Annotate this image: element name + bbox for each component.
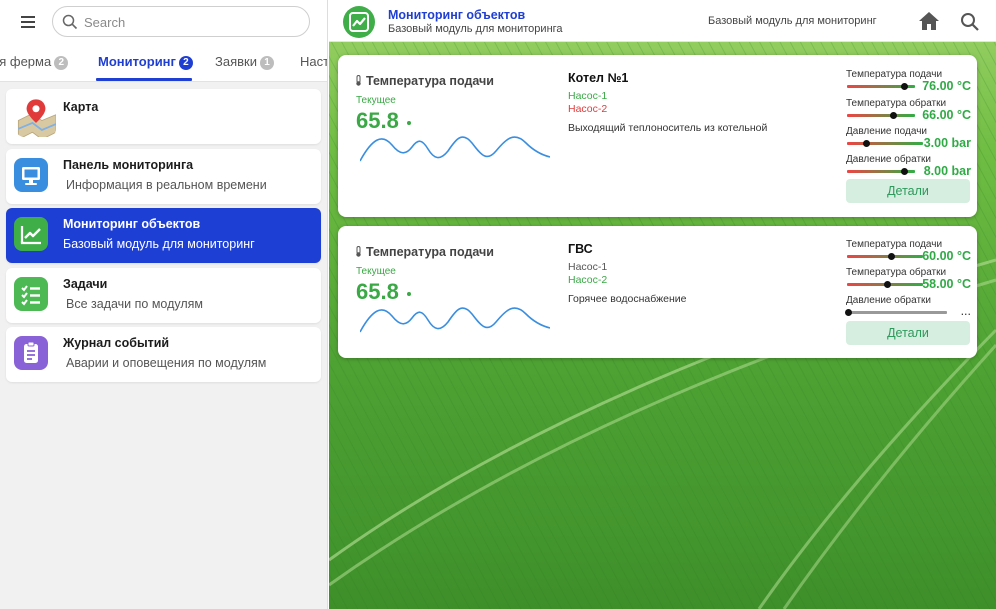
clipboard-icon [14,336,48,370]
menu-item-object-monitoring[interactable]: Мониторинг объектов Базовый модуль для м… [6,208,321,263]
chart-line-icon [14,217,48,251]
details-button[interactable]: Детали [846,321,970,345]
search-icon[interactable] [959,11,981,33]
tab-label: Мониторинг [98,54,176,69]
thermometer-icon [356,246,361,257]
object-card: Температура подачи Текущее 65.8 ГВС Насо… [338,226,977,358]
param-gauge-bar [847,142,923,145]
page-title: Мониторинг объектов [388,8,526,22]
page-subtitle: Базовый модуль для мониторинга [388,23,563,35]
pump-status-1: Насос-1 [568,261,608,273]
object-description: Горячее водоснабжение [568,293,687,305]
main-content: Мониторинг объектов Базовый модуль для м… [329,0,996,609]
menu-item-tasks[interactable]: Задачи Все задачи по модулям [6,268,321,323]
param-gauge-bar [847,255,923,258]
object-name: Котел №1 [568,71,629,85]
sparkline-chart [360,307,550,333]
tab-count-badge: 1 [259,56,274,70]
monitor-icon [14,158,48,192]
menu-item-title: Карта [63,100,99,114]
search-field[interactable] [52,6,310,37]
current-label: Текущее [356,95,396,106]
pump-status-2: Насос-2 [568,274,608,286]
live-dot [407,292,411,296]
param-value: 8.00 bar [923,164,971,178]
menu-item-title: Журнал событий [63,336,170,350]
param-gauge-knob [890,112,897,119]
param-value: 58.00 °C [922,277,971,291]
menu-item-title: Мониторинг объектов [63,217,201,231]
tab-count-badge: 2 [178,56,193,70]
param-value: 3.00 bar [923,136,971,150]
current-label: Текущее [356,266,396,277]
details-button[interactable]: Детали [846,179,970,203]
checklist-icon [14,277,48,311]
sensor-title: Температура подачи [355,245,494,259]
param-gauge-knob [863,140,870,147]
param-value: ... [960,304,971,318]
live-dot [407,121,411,125]
menu-item-subtitle: Все задачи по модулям [66,297,204,311]
param-value: 66.00 °C [922,108,971,122]
param-gauge-bar [847,311,947,314]
menu-item-dashboard[interactable]: Панель мониторинга Информация в реальном… [6,149,321,204]
menu-item-title: Панель мониторинга [63,158,194,172]
menu-item-subtitle: Аварии и оповещения по модулям [66,356,267,370]
sparkline-chart [360,136,550,162]
top-bar: Мониторинг объектов Базовый модуль для м… [329,0,996,42]
tab-farm[interactable]: ая ферма2 [0,54,69,70]
active-tab-indicator [96,78,192,81]
sensor-title-text: Температура подачи [366,245,494,259]
menu-item-subtitle: Информация в реальном времени [66,178,267,192]
tab-requests[interactable]: Заявки 1 [215,54,274,70]
module-tabs: ая ферма2 Мониторинг2 Заявки1 Наст [0,46,328,82]
param-label: Давление обратки [846,154,931,165]
chart-line-icon [343,6,375,38]
tab-monitoring[interactable]: Мониторинг 2 [98,54,193,70]
param-gauge-knob [845,309,852,316]
navigation-panel: ая ферма2 Мониторинг2 Заявки1 Наст Карта… [0,0,328,609]
menu-item-event-log[interactable]: Журнал событий Аварии и оповещения по мо… [6,327,321,382]
menu-item-subtitle: Базовый модуль для мониторинг [63,237,255,251]
sensor-title: Температура подачи [355,74,494,88]
map-pin-icon [17,99,56,137]
object-description: Выходящий теплоноситель из котельной [568,122,768,134]
thermometer-icon [356,75,361,86]
tab-count-badge: 2 [54,56,69,70]
menu-item-map[interactable]: Карта [6,89,321,144]
menu-item-title: Задачи [63,277,108,291]
param-gauge-bar [847,114,915,117]
navigation-header: ая ферма2 Мониторинг2 Заявки1 Наст [0,0,328,82]
param-label: Давление обратки [846,295,931,306]
tab-settings[interactable]: Наст [300,54,328,69]
module-name-label: Базовый модуль для мониторинг [708,15,877,27]
param-gauge-knob [888,253,895,260]
object-card: Температура подачи Текущее 65.8 Котел №1… [338,55,977,217]
param-gauge-knob [901,168,908,175]
sensor-title-text: Температура подачи [366,74,494,88]
pump-status-2: Насос-2 [568,103,608,115]
tab-label: Заявки [215,54,257,69]
pump-status-1: Насос-1 [568,90,608,102]
search-icon [62,14,78,30]
search-input[interactable] [84,12,294,32]
param-label: Давление подачи [846,126,927,137]
tab-label: ая ферма [0,54,52,69]
tab-label: Наст [300,54,328,69]
param-gauge-knob [901,83,908,90]
home-icon[interactable] [918,11,940,31]
param-gauge-knob [884,281,891,288]
hamburger-menu-icon[interactable] [12,10,44,34]
param-value: 60.00 °C [922,249,971,263]
param-value: 76.00 °C [922,79,971,93]
object-name: ГВС [568,242,593,256]
